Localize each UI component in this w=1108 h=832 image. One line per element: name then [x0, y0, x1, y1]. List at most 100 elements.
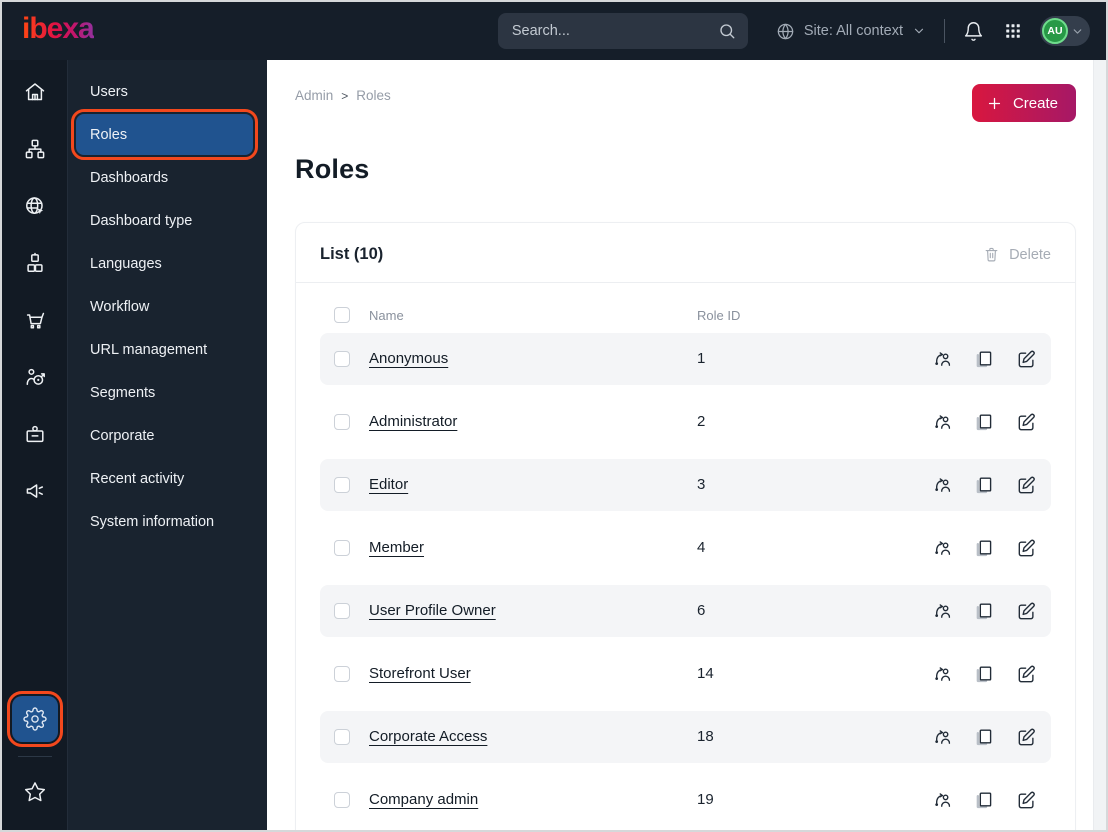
edit-button[interactable]	[1015, 474, 1037, 496]
main-content: Admin > Roles Create Roles List (10) Del…	[267, 60, 1106, 830]
copy-button[interactable]	[973, 348, 995, 370]
notifications-button[interactable]	[963, 21, 984, 42]
delete-button-label: Delete	[1009, 246, 1051, 263]
sidebar-item-corporate[interactable]: Corporate	[76, 414, 253, 457]
copy-button[interactable]	[973, 411, 995, 433]
admin-sidebar: Users Roles Dashboards Dashboard type La…	[68, 60, 267, 830]
edit-button[interactable]	[1015, 663, 1037, 685]
rail-site-globe-button[interactable]	[2, 177, 68, 234]
sidebar-item-roles[interactable]: Roles	[71, 109, 258, 160]
role-name-link[interactable]: Editor	[369, 476, 408, 493]
sidebar-item-url-management[interactable]: URL management	[76, 328, 253, 371]
row-actions	[931, 537, 1037, 559]
assign-user-button[interactable]	[931, 726, 953, 748]
row-checkbox[interactable]	[334, 603, 350, 619]
role-name-link[interactable]: Corporate Access	[369, 728, 487, 745]
rail-home-button[interactable]	[2, 63, 68, 120]
edit-button[interactable]	[1015, 348, 1037, 370]
rail-marketing-megaphone-button[interactable]	[2, 462, 68, 519]
edit-button[interactable]	[1015, 537, 1037, 559]
assign-user-button[interactable]	[931, 411, 953, 433]
copy-button[interactable]	[973, 600, 995, 622]
role-name-link[interactable]: Company admin	[369, 791, 478, 808]
edit-button[interactable]	[1015, 789, 1037, 811]
column-header-name: Name	[369, 307, 404, 323]
sidebar-item-dashboards[interactable]: Dashboards	[76, 156, 253, 199]
copy-button[interactable]	[973, 474, 995, 496]
rail-divider	[17, 756, 52, 757]
assign-user-button[interactable]	[931, 348, 953, 370]
assign-user-button[interactable]	[931, 663, 953, 685]
admin-gear-button[interactable]	[6, 691, 63, 747]
row-checkbox[interactable]	[334, 414, 350, 430]
assign-user-icon	[931, 789, 953, 811]
sidebar-item-segments[interactable]: Segments	[76, 371, 253, 414]
copy-button[interactable]	[973, 537, 995, 559]
sidebar-item-languages[interactable]: Languages	[76, 242, 253, 285]
assign-user-button[interactable]	[931, 537, 953, 559]
create-button[interactable]: Create	[971, 84, 1076, 122]
assign-user-icon	[931, 348, 953, 370]
app-switcher-button[interactable]	[1004, 22, 1022, 40]
scrollbar[interactable]	[1093, 60, 1106, 830]
sidebar-item-label: Corporate	[90, 427, 155, 444]
role-name-link[interactable]: User Profile Owner	[369, 602, 496, 619]
rail-commerce-cart-button[interactable]	[2, 291, 68, 348]
topbar-right: Site: All context AU	[776, 16, 1090, 46]
rail-content-tree-button[interactable]	[2, 120, 68, 177]
sidebar-item-workflow[interactable]: Workflow	[76, 285, 253, 328]
sidebar-item-label: Languages	[90, 255, 162, 272]
rail-bottom	[2, 691, 68, 820]
sidebar-item-label: Recent activity	[90, 470, 185, 487]
edit-button[interactable]	[1015, 726, 1037, 748]
assign-user-button[interactable]	[931, 789, 953, 811]
site-globe-icon	[23, 194, 47, 218]
search-icon[interactable]	[718, 22, 736, 40]
row-checkbox[interactable]	[334, 540, 350, 556]
user-menu[interactable]: AU	[1040, 16, 1090, 46]
sidebar-item-label: Workflow	[90, 298, 150, 315]
edit-icon	[1015, 726, 1037, 748]
assign-user-button[interactable]	[931, 474, 953, 496]
breadcrumb: Admin > Roles	[295, 84, 391, 103]
copy-button[interactable]	[973, 663, 995, 685]
sidebar-item-dashboard-type[interactable]: Dashboard type	[76, 199, 253, 242]
globe-icon	[776, 22, 795, 41]
site-context-dropdown[interactable]: Site: All context	[776, 22, 926, 41]
edit-icon	[1015, 348, 1037, 370]
table-header: Name Role ID	[320, 297, 1051, 333]
role-name-link[interactable]: Member	[369, 539, 424, 556]
row-checkbox[interactable]	[334, 792, 350, 808]
sidebar-item-system-information[interactable]: System information	[76, 500, 253, 543]
rail-corporate-badge-button[interactable]	[2, 405, 68, 462]
role-name-link[interactable]: Storefront User	[369, 665, 471, 682]
assign-user-icon	[931, 663, 953, 685]
table-row: Company admin 19	[320, 774, 1051, 826]
rail-product-catalog-button[interactable]	[2, 234, 68, 291]
copy-icon	[973, 726, 995, 748]
edit-button[interactable]	[1015, 600, 1037, 622]
delete-button[interactable]: Delete	[983, 246, 1051, 263]
edit-button[interactable]	[1015, 411, 1037, 433]
icon-rail	[2, 60, 68, 830]
assign-user-button[interactable]	[931, 600, 953, 622]
create-button-label: Create	[1012, 94, 1058, 112]
sidebar-item-recent-activity[interactable]: Recent activity	[76, 457, 253, 500]
assign-user-icon	[931, 537, 953, 559]
row-checkbox[interactable]	[334, 351, 350, 367]
row-checkbox[interactable]	[334, 666, 350, 682]
row-checkbox[interactable]	[334, 729, 350, 745]
breadcrumb-admin[interactable]: Admin	[295, 88, 333, 103]
copy-button[interactable]	[973, 726, 995, 748]
copy-button[interactable]	[973, 789, 995, 811]
role-name-link[interactable]: Administrator	[369, 413, 457, 430]
rail-personalization-target-button[interactable]	[2, 348, 68, 405]
list-title: List (10)	[320, 245, 384, 263]
row-checkbox[interactable]	[334, 477, 350, 493]
role-name-link[interactable]: Anonymous	[369, 350, 448, 367]
sidebar-item-users[interactable]: Users	[76, 70, 253, 113]
bookmarks-star-button[interactable]	[2, 763, 68, 820]
select-all-checkbox[interactable]	[334, 307, 350, 323]
search-input[interactable]	[511, 23, 718, 39]
topbar: ibexa Site: All context AU	[2, 2, 1106, 60]
